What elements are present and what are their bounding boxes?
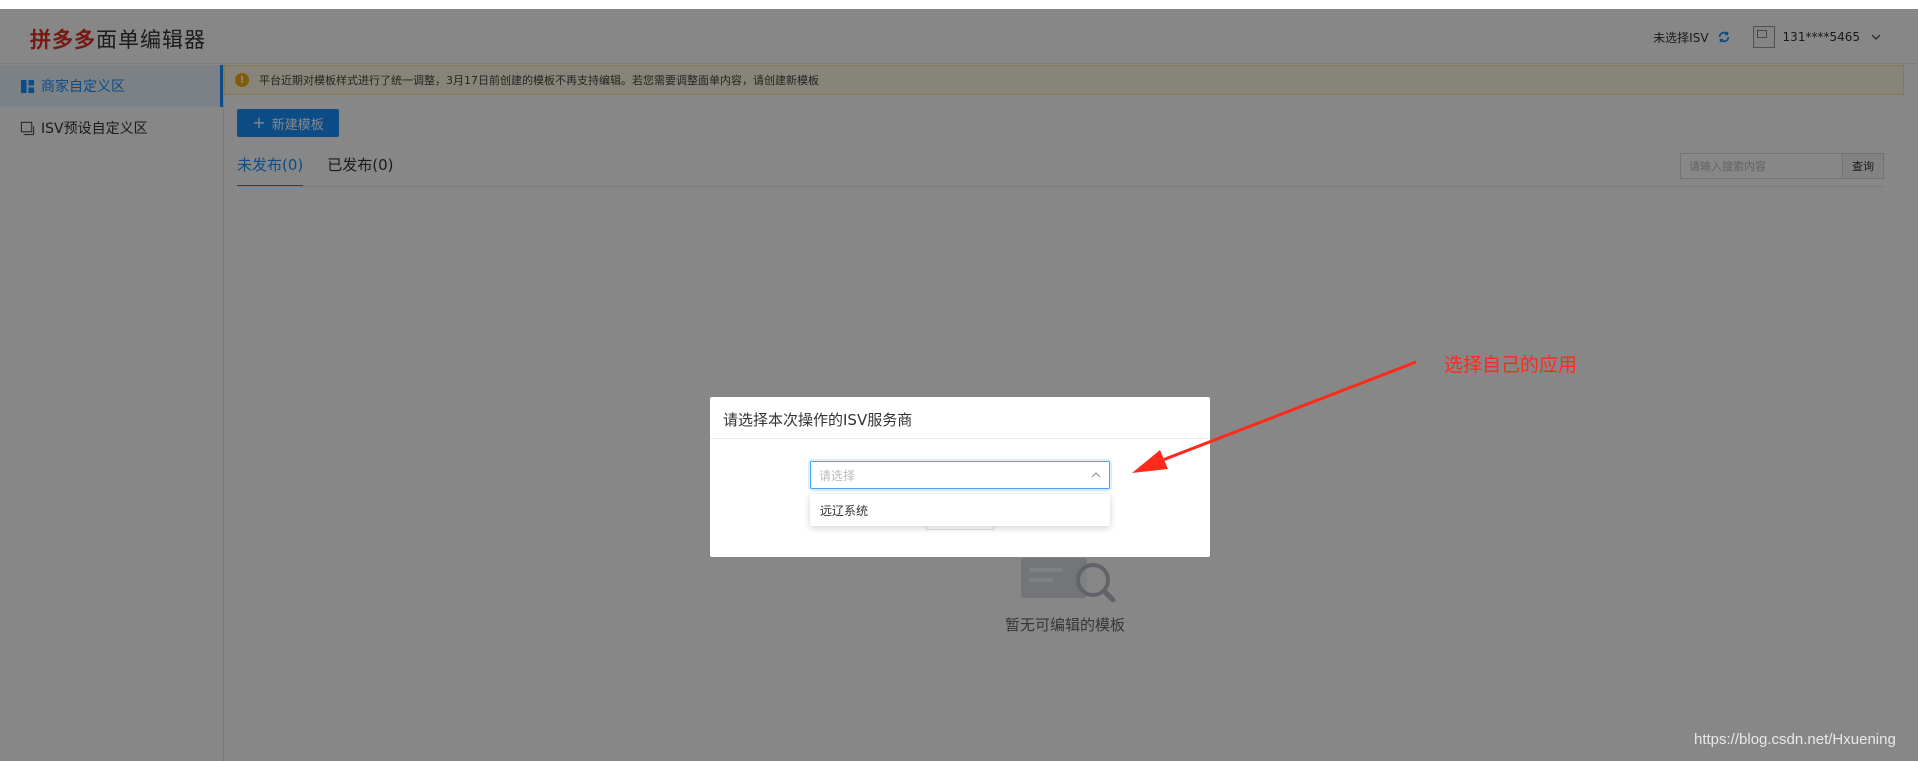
annotation-arrow — [1132, 360, 1417, 473]
dropdown-option[interactable]: 远辽系统 — [820, 502, 868, 519]
annotation-text: 选择自己的应用 — [1444, 354, 1578, 376]
isv-select[interactable]: 请选择 — [810, 461, 1110, 489]
modal-overlay — [0, 9, 1918, 761]
top-strip — [0, 0, 1918, 9]
watermark: https://blog.csdn.net/Hxuening — [1694, 731, 1896, 748]
select-placeholder: 请选择 — [819, 468, 856, 483]
select-dropdown: 远辽系统 — [810, 494, 1110, 526]
chevron-up-icon — [1091, 472, 1101, 478]
